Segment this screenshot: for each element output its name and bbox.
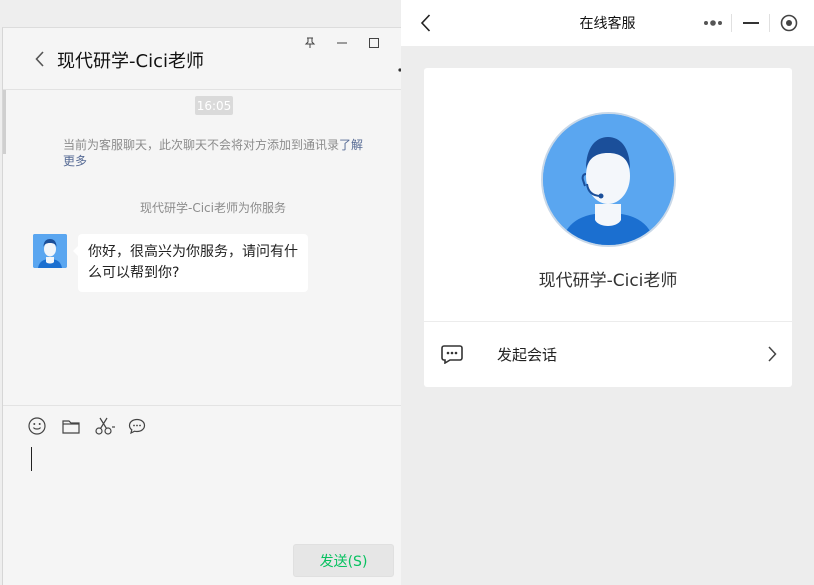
chevron-left-icon[interactable] — [31, 48, 49, 70]
mini-program-panel: 在线客服 现代研学-Cici老师 发起会话 — [401, 0, 814, 585]
target-close-icon[interactable] — [770, 8, 807, 38]
minimize-icon[interactable] — [732, 8, 769, 38]
service-system-message: 现代研学-Cici老师为你服务 — [3, 199, 423, 216]
customer-service-notice: 当前为客服聊天，此次聊天不会将对方添加到通讯录了解更多 — [63, 137, 373, 169]
message-input[interactable] — [25, 442, 395, 537]
message-bubble: 你好，很高兴为你服务，请问有什么可以帮到你? — [73, 234, 308, 292]
start-conversation-row[interactable]: 发起会话 — [424, 322, 792, 387]
chat-header: 现代研学-Cici老师 — [3, 28, 423, 90]
capsule-menu — [694, 8, 807, 38]
chevron-left-icon[interactable] — [415, 12, 435, 34]
avatar — [541, 112, 676, 247]
folder-icon[interactable] — [61, 416, 81, 436]
emoji-icon[interactable] — [27, 416, 47, 436]
more-dots-icon[interactable] — [694, 8, 731, 38]
scrollbar[interactable] — [3, 90, 6, 154]
chat-window: 现代研学-Cici老师 16:05 当前为客服聊天，此次聊天不会将对方添加到通讯… — [2, 27, 424, 585]
input-area: 发送(S) — [3, 405, 423, 585]
profile-card: 现代研学-Cici老师 发起会话 — [424, 68, 792, 387]
chevron-right-icon — [766, 345, 778, 363]
pin-icon[interactable] — [295, 32, 325, 54]
panel-topbar: 在线客服 — [401, 0, 814, 46]
scissors-icon[interactable] — [93, 416, 119, 436]
profile-name: 现代研学-Cici老师 — [538, 271, 678, 291]
message-row: 你好，很高兴为你服务，请问有什么可以帮到你? — [33, 234, 353, 294]
notice-text: 当前为客服聊天，此次聊天不会将对方添加到通讯录 — [63, 138, 340, 152]
message-timestamp: 16:05 — [195, 96, 233, 115]
maximize-icon[interactable] — [359, 32, 389, 54]
send-button[interactable]: 发送(S) — [293, 544, 394, 577]
avatar[interactable] — [33, 234, 67, 268]
service-system-text: 现代研学-Cici老师为你服务 — [140, 201, 286, 215]
start-conversation-label: 发起会话 — [497, 346, 558, 364]
minimize-icon[interactable] — [327, 32, 357, 54]
chat-title: 现代研学-Cici老师 — [57, 51, 204, 72]
chat-bubble-icon — [440, 343, 464, 365]
chat-bubble-icon[interactable] — [127, 416, 147, 436]
